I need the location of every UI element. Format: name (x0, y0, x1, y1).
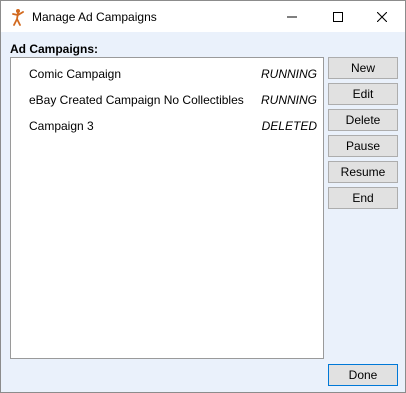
close-button[interactable] (359, 1, 405, 32)
resume-button[interactable]: Resume (328, 161, 398, 183)
delete-button[interactable]: Delete (328, 109, 398, 131)
title-bar[interactable]: Manage Ad Campaigns (1, 1, 405, 32)
campaign-status: DELETED (261, 119, 317, 133)
list-item[interactable]: eBay Created Campaign No Collectibles RU… (11, 86, 323, 112)
end-button[interactable]: End (328, 187, 398, 209)
campaign-name: eBay Created Campaign No Collectibles (29, 93, 244, 107)
close-icon (377, 11, 387, 22)
list-item[interactable]: Comic Campaign RUNNING (11, 60, 323, 86)
ad-campaigns-label: Ad Campaigns: (10, 42, 99, 56)
campaign-name: Campaign 3 (29, 119, 94, 133)
campaign-name: Comic Campaign (29, 67, 122, 81)
campaign-status: RUNNING (261, 67, 317, 81)
pause-button[interactable]: Pause (328, 135, 398, 157)
window-title: Manage Ad Campaigns (32, 10, 157, 24)
maximize-button[interactable] (315, 1, 361, 32)
minimize-button[interactable] (269, 1, 315, 32)
edit-button[interactable]: Edit (328, 83, 398, 105)
campaign-status: RUNNING (261, 93, 317, 107)
manage-ad-campaigns-window: Manage Ad Campaigns Ad Campaigns: Comic … (0, 0, 406, 393)
new-button[interactable]: New (328, 57, 398, 79)
maximize-icon (333, 11, 343, 22)
campaigns-list[interactable]: Comic Campaign RUNNING eBay Created Camp… (10, 57, 324, 359)
app-figure-icon (11, 8, 25, 26)
done-button[interactable]: Done (328, 364, 398, 386)
list-item[interactable]: Campaign 3 DELETED (11, 112, 323, 138)
minimize-icon (287, 16, 297, 17)
